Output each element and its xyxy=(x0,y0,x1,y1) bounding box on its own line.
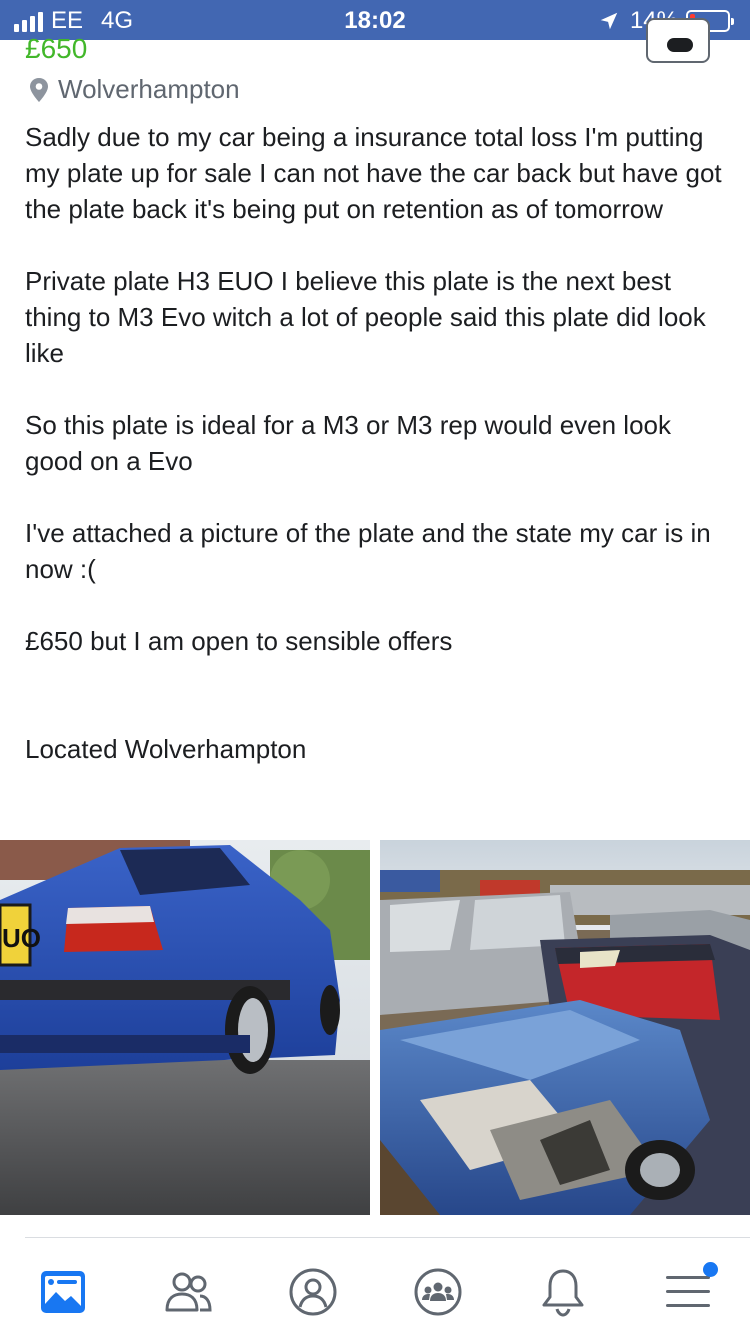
listing-price: £650 xyxy=(25,33,88,64)
tab-news-feed[interactable] xyxy=(33,1262,93,1322)
menu-icon xyxy=(666,1276,710,1307)
profile-icon xyxy=(289,1268,337,1316)
notifications-icon xyxy=(542,1269,584,1317)
message-icon xyxy=(667,38,693,52)
groups-icon xyxy=(414,1268,462,1316)
tab-friends[interactable] xyxy=(158,1262,218,1322)
crashed-car-illustration xyxy=(380,840,750,1215)
tab-notifications[interactable] xyxy=(533,1262,593,1322)
location-services-icon xyxy=(600,12,618,30)
status-bar: EE 4G 18:02 14% xyxy=(0,0,750,40)
message-seller-button[interactable] xyxy=(646,18,710,63)
tab-profile[interactable] xyxy=(283,1262,343,1322)
listing-description: Sadly due to my car being a insurance to… xyxy=(25,122,722,764)
bottom-tab-bar xyxy=(0,1250,750,1334)
friends-icon xyxy=(165,1272,212,1312)
content-divider xyxy=(25,1237,750,1238)
photo-blue-car-rear[interactable]: UO xyxy=(0,840,370,1215)
photo-crashed-car[interactable] xyxy=(380,840,750,1215)
battery-cap xyxy=(731,18,734,25)
location-text: Wolverhampton xyxy=(58,74,240,104)
blue-car-illustration: UO xyxy=(0,840,370,1215)
location-pin-icon xyxy=(30,77,48,102)
plate-fragment: UO xyxy=(2,923,41,953)
tab-groups[interactable] xyxy=(408,1262,468,1322)
news-feed-icon xyxy=(41,1271,85,1313)
menu-notification-dot xyxy=(703,1262,718,1277)
listing-location: Wolverhampton xyxy=(28,74,240,105)
